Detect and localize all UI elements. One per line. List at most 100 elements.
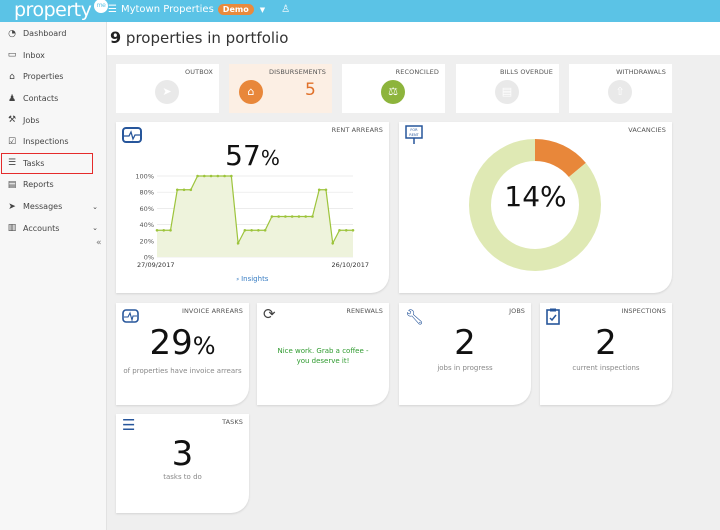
tile-withdrawals[interactable]: WITHDRAWALS ⇧ — [569, 64, 672, 113]
y-tick-label: 80% — [140, 189, 154, 197]
data-point — [277, 215, 280, 218]
data-point — [169, 228, 172, 232]
jobs-card[interactable]: 🔧︎ JOBS 2 jobs in progress — [399, 303, 531, 405]
data-point — [297, 215, 301, 218]
sidebar-item-inbox[interactable]: ▭ Inbox — [0, 45, 106, 67]
sidebar-item-properties[interactable]: ⌂ Properties — [0, 66, 106, 88]
logo[interactable]: property me — [14, 0, 108, 21]
sidebar-item-tasks[interactable]: ☰ Tasks — [1, 152, 93, 175]
sidebar-item-inspections[interactable]: ☑ Inspections — [0, 131, 106, 153]
renewals-card[interactable]: ⟳ RENEWALS Nice work. Grab a coffee - yo… — [257, 303, 389, 405]
tasks-card[interactable]: ☰ TASKS 3 tasks to do — [116, 414, 249, 513]
x-tick-label: 26/10/2017 — [332, 261, 369, 269]
tile-title: RECONCILED — [395, 68, 439, 76]
data-point — [175, 188, 179, 192]
logo-badge: me — [94, 0, 108, 13]
data-point — [351, 228, 355, 232]
data-point — [196, 174, 199, 178]
data-point — [230, 174, 233, 178]
list-icon: ☰ — [7, 158, 17, 169]
rent-arrears-chart: 0%20%40%60%80%100%27/09/2017 26/10/2017 — [135, 173, 369, 270]
dashboard-icon: ◔ — [8, 28, 16, 39]
data-point — [182, 188, 186, 192]
data-point — [236, 241, 240, 245]
card-title: RENT ARREARS — [331, 126, 383, 134]
data-point — [243, 228, 247, 232]
tile-outbox[interactable]: OUTBOX ➤ — [116, 64, 219, 113]
chevron-down-icon: ⌄ — [92, 224, 98, 233]
user-icon[interactable]: ♙ — [281, 4, 290, 15]
rent-arrears-card[interactable]: RENT ARREARS 57% 0% 20% 40% 60% 80% 100% 27/09… — [116, 122, 389, 293]
sidebar-item-label: Properties — [23, 72, 64, 82]
sidebar-item-jobs[interactable]: ⚒ Jobs — [0, 109, 106, 131]
inspections-card[interactable]: INSPECTIONS 2 current inspections — [540, 303, 672, 405]
list-icon: ☰ — [108, 4, 117, 15]
tile-reconciled[interactable]: RECONCILED ⚖ — [342, 64, 445, 113]
tile-value: 5 — [305, 80, 316, 100]
wrench-icon: ⚒ — [7, 115, 17, 126]
bill-icon: ▤ — [495, 80, 519, 104]
sidebar-item-dashboard[interactable]: ◔ Dashboard — [0, 23, 106, 45]
sidebar-item-label: Contacts — [23, 94, 59, 104]
card-title: TASKS — [222, 418, 243, 426]
tile-title: BILLS OVERDUE — [499, 68, 553, 76]
data-point — [290, 215, 294, 218]
sidebar-item-reports[interactable]: ▤ Reports — [0, 174, 106, 196]
card-caption: of properties have invoice arrears — [123, 367, 242, 375]
sidebar-item-contacts[interactable]: ♟ Contacts — [0, 88, 106, 110]
org-name: Mytown Properties — [120, 4, 214, 15]
sidebar-item-label: Dashboard — [23, 29, 67, 39]
logo-text: property — [14, 0, 92, 21]
data-point — [311, 215, 314, 218]
invoice-arrears-card[interactable]: INVOICE ARREARS 29% of properties have i… — [116, 303, 249, 405]
tile-disbursements[interactable]: DISBURSEMENTS ⌂ 5 — [229, 64, 332, 113]
page-title: 9 properties in portfolio — [110, 28, 289, 47]
tile-title: OUTBOX — [185, 68, 213, 76]
sidebar-item-accounts[interactable]: ▥ Accounts ⌄ — [0, 217, 106, 239]
org-switcher[interactable]: ☰ Mytown Properties Demo ▼ ♙ — [108, 4, 290, 15]
send-icon: ➤ — [8, 201, 16, 212]
houses-icon: ⌂ — [239, 80, 263, 104]
sidebar-item-messages[interactable]: ➤ Messages ⌄ — [0, 196, 106, 218]
inspections-value: 2 — [595, 323, 617, 363]
sidebar-item-label: Reports — [23, 180, 54, 190]
data-point — [155, 228, 159, 232]
clipboard-check-icon: ☑ — [7, 136, 17, 147]
home-icon: ⌂ — [9, 71, 15, 82]
refresh-icon: ⟳ — [263, 305, 276, 323]
y-tick-label: 40% — [140, 221, 154, 229]
card-title: INVOICE ARREARS — [181, 307, 243, 315]
user-icon: ♟ — [7, 93, 17, 104]
card-caption: current inspections — [572, 364, 640, 372]
data-point — [263, 228, 267, 232]
data-point — [284, 215, 287, 218]
data-point — [189, 188, 193, 192]
data-point — [338, 228, 341, 232]
invoice-arrears-value: 29% — [149, 323, 216, 363]
demo-badge: Demo — [217, 4, 254, 15]
dashboard: OUTBOX ➤ DISBURSEMENTS ⌂ 5 RECONCILED ⚖ … — [107, 55, 720, 530]
list-icon: ☰ — [122, 416, 136, 434]
area-fill — [157, 176, 353, 257]
card-title: INSPECTIONS — [621, 307, 666, 315]
sidebar-item-label: Inspections — [23, 137, 69, 147]
report-icon: ▤ — [7, 179, 17, 190]
tile-title: DISBURSEMENTS — [269, 68, 326, 76]
insights-link[interactable]: ⸗ Insights — [116, 275, 389, 283]
data-point — [270, 215, 274, 218]
sidebar-item-label: Jobs — [23, 115, 40, 125]
upload-icon: ⇧ — [608, 80, 632, 104]
vacancies-card[interactable]: FOR RENT VACANCIES 14% — [399, 122, 672, 293]
scales-icon: ⚖ — [381, 80, 405, 104]
inbox-icon: ▭ — [7, 50, 17, 61]
data-point — [331, 241, 335, 245]
collapse-sidebar-icon[interactable]: « — [96, 238, 102, 248]
data-point — [317, 188, 321, 192]
card-caption: tasks to do — [163, 473, 202, 481]
x-tick-label: 27/09/2017 — [137, 261, 174, 269]
tile-bills-overdue[interactable]: BILLS OVERDUE ▤ — [456, 64, 559, 113]
tasks-value: 3 — [171, 434, 194, 474]
data-point — [250, 228, 253, 232]
data-point — [209, 174, 213, 178]
y-tick-label: 60% — [140, 205, 154, 213]
